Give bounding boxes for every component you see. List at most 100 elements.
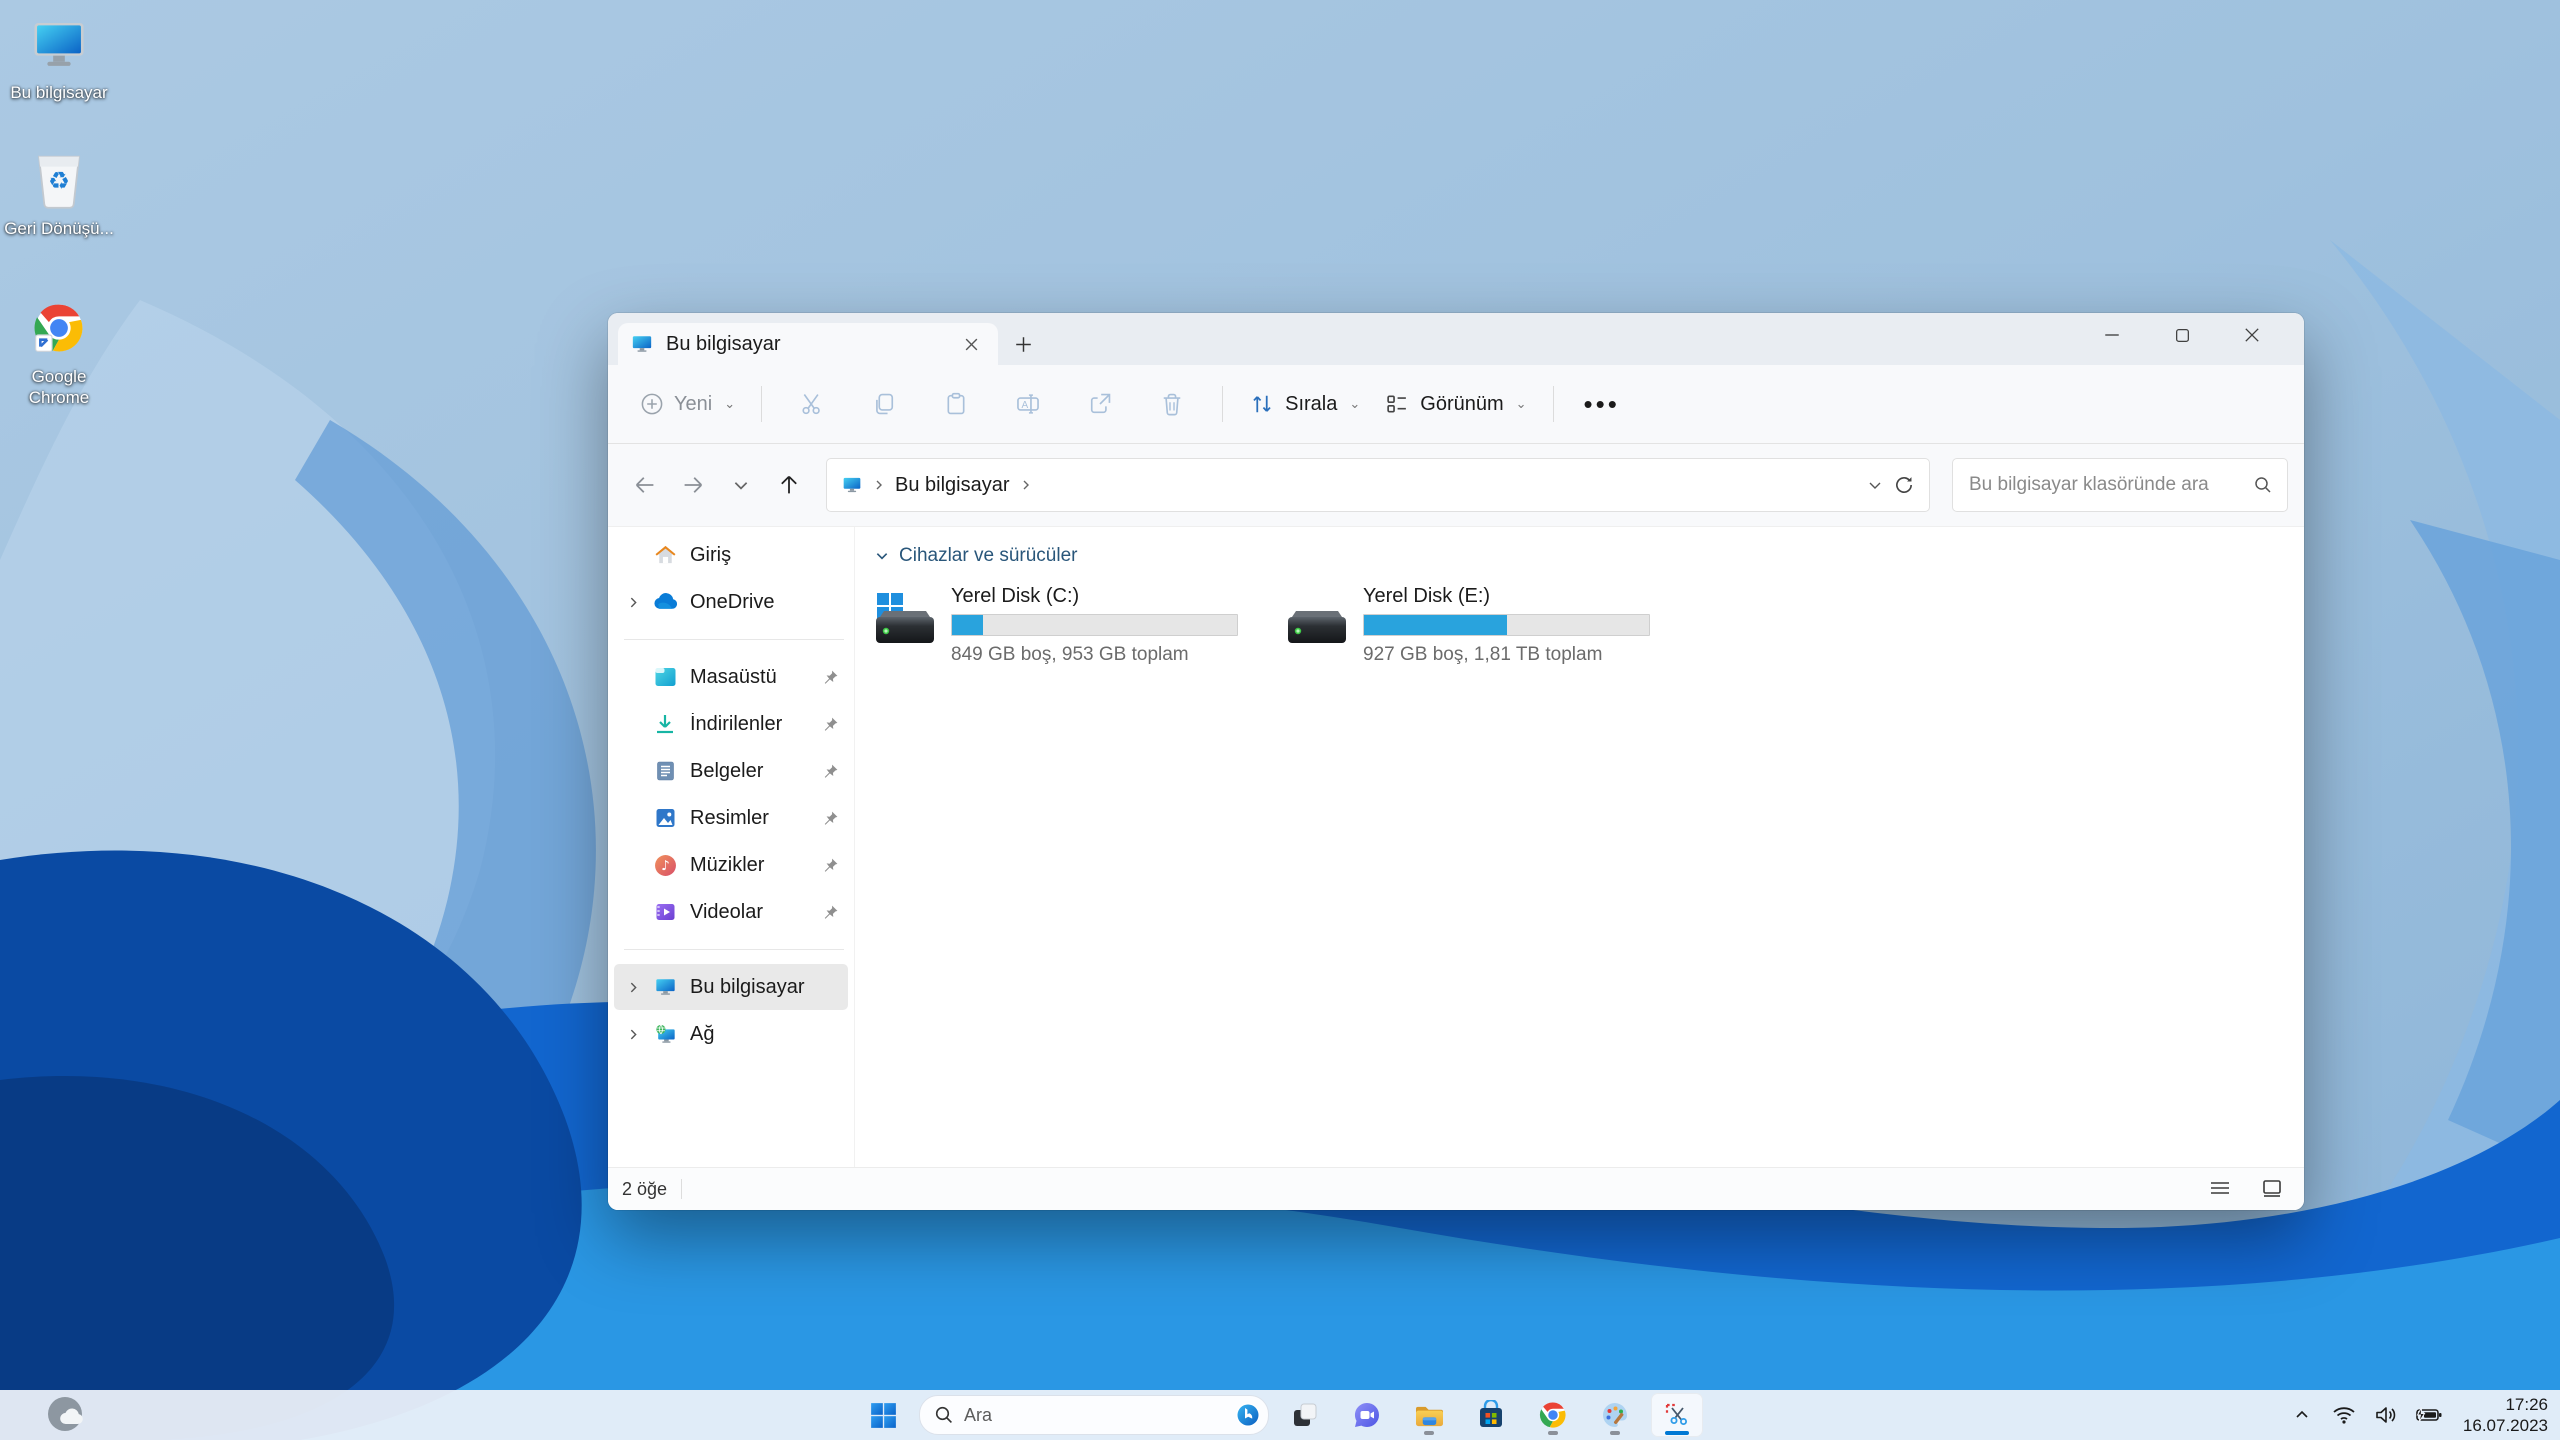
address-dropdown-icon[interactable]	[1867, 477, 1883, 493]
desktop-icon-this-pc[interactable]: Bu bilgisayar	[4, 12, 114, 103]
volume-icon[interactable]	[2369, 1397, 2403, 1433]
sort-button[interactable]: Sırala ⌄	[1237, 380, 1372, 428]
sidebar-item-downloads[interactable]: İndirilenler	[614, 701, 848, 747]
snipping-tool-button[interactable]	[1651, 1393, 1703, 1437]
drive-c[interactable]: Yerel Disk (C:) 849 GB boş, 953 GB topla…	[875, 585, 1263, 666]
drives-list: Yerel Disk (C:) 849 GB boş, 953 GB topla…	[875, 585, 2304, 666]
desktop-icon-recycle-bin[interactable]: ♻ Geri Dönüşü...	[4, 148, 114, 239]
share-button[interactable]	[1078, 380, 1122, 428]
running-indicator	[1548, 1431, 1558, 1435]
drive-name: Yerel Disk (E:)	[1363, 585, 1675, 608]
trash-icon	[1159, 391, 1185, 417]
monitor-icon	[630, 333, 654, 355]
large-icons-view-icon	[2261, 1179, 2283, 1199]
large-icons-view-button[interactable]	[2254, 1174, 2290, 1204]
minimize-icon	[2103, 326, 2121, 344]
sidebar-item-music[interactable]: ♪ Müzikler	[614, 842, 848, 888]
chat-button[interactable]	[1341, 1393, 1393, 1437]
sidebar-item-label: Videolar	[690, 901, 814, 924]
wifi-icon[interactable]	[2327, 1397, 2361, 1433]
new-label: Yeni	[674, 393, 712, 416]
downloads-icon	[650, 711, 680, 737]
weather-widget[interactable]	[44, 1393, 100, 1437]
scissors-icon	[799, 391, 825, 417]
back-button[interactable]	[624, 464, 666, 506]
drive-e[interactable]: Yerel Disk (E:) 927 GB boş, 1,81 TB topl…	[1287, 585, 1675, 666]
task-view-button[interactable]	[1279, 1393, 1331, 1437]
new-tab-button[interactable]	[1006, 329, 1040, 359]
tray-chevron-up-icon[interactable]	[2285, 1397, 2319, 1433]
section-devices-and-drives[interactable]: Cihazlar ve sürücüler	[875, 545, 2304, 567]
address-row: Bu bilgisayar	[608, 444, 2304, 527]
microsoft-store-button[interactable]	[1465, 1393, 1517, 1437]
rename-button[interactable]: A	[1006, 380, 1050, 428]
file-explorer-button[interactable]	[1403, 1393, 1455, 1437]
up-button[interactable]	[768, 464, 810, 506]
sidebar-item-home[interactable]: Giriş	[614, 532, 848, 578]
recent-locations-button[interactable]	[720, 464, 762, 506]
refresh-icon[interactable]	[1893, 474, 1915, 496]
clock[interactable]: 17:26 16.07.2023	[2463, 1394, 2548, 1437]
sidebar-item-documents[interactable]: Belgeler	[614, 748, 848, 794]
sidebar-item-label: Müzikler	[690, 854, 814, 877]
chevron-right-icon[interactable]	[620, 981, 646, 994]
copy-button[interactable]	[862, 380, 906, 428]
tab-close-button[interactable]	[956, 329, 986, 359]
close-window-button[interactable]	[2230, 317, 2274, 353]
sidebar-item-videos[interactable]: Videolar	[614, 889, 848, 935]
monitor-icon	[841, 475, 863, 495]
view-toggles	[2202, 1174, 2290, 1204]
pin-icon	[818, 763, 842, 780]
chrome-button[interactable]	[1527, 1393, 1579, 1437]
view-label: Görünüm	[1420, 393, 1503, 416]
minimize-button[interactable]	[2090, 317, 2134, 353]
sidebar-item-onedrive[interactable]: OneDrive	[614, 579, 848, 625]
explorer-search-input[interactable]	[1967, 473, 2245, 497]
search-icon	[934, 1405, 954, 1425]
taskbar-search[interactable]: Ara	[919, 1395, 1269, 1435]
pin-icon	[818, 904, 842, 921]
start-button[interactable]	[857, 1393, 909, 1437]
battery-charging-icon[interactable]	[2411, 1397, 2445, 1433]
window-controls	[2090, 317, 2274, 353]
rename-icon: A	[1015, 391, 1041, 417]
music-icon: ♪	[650, 852, 680, 878]
paint-palette-icon	[1600, 1400, 1630, 1430]
address-bar[interactable]: Bu bilgisayar	[826, 458, 1930, 512]
delete-button[interactable]	[1150, 380, 1194, 428]
chevron-right-icon[interactable]	[620, 1028, 646, 1041]
breadcrumb-root[interactable]: Bu bilgisayar	[895, 474, 1010, 497]
tab-this-pc[interactable]: Bu bilgisayar	[618, 323, 998, 365]
maximize-button[interactable]	[2160, 317, 2204, 353]
paste-button[interactable]	[934, 380, 978, 428]
sidebar-item-pictures[interactable]: Resimler	[614, 795, 848, 841]
cut-button[interactable]	[790, 380, 834, 428]
arrow-right-icon	[681, 473, 705, 497]
drive-details: 927 GB boş, 1,81 TB toplam	[1363, 644, 1675, 666]
system-tray: 17:26 16.07.2023	[2285, 1394, 2560, 1437]
sidebar-item-desktop[interactable]: Masaüstü	[614, 654, 848, 700]
running-indicator	[1610, 1431, 1620, 1435]
paint-button[interactable]	[1589, 1393, 1641, 1437]
chevron-down-icon[interactable]	[875, 549, 889, 563]
sidebar-item-label: OneDrive	[690, 591, 842, 614]
taskbar: Ara	[0, 1390, 2560, 1440]
view-button[interactable]: Görünüm ⌄	[1372, 380, 1538, 428]
new-button[interactable]: Yeni ⌄	[628, 380, 747, 428]
arrow-left-icon	[633, 473, 657, 497]
desktop-icon-google-chrome[interactable]: Google Chrome	[4, 296, 114, 409]
chevron-right-icon[interactable]	[620, 596, 646, 609]
pin-icon	[818, 669, 842, 686]
details-view-button[interactable]	[2202, 1174, 2238, 1204]
chrome-icon	[1538, 1400, 1568, 1430]
sidebar-item-label: Resimler	[690, 807, 814, 830]
svg-text:♪: ♪	[661, 858, 670, 874]
arrow-up-icon	[777, 473, 801, 497]
taskbar-search-placeholder: Ara	[964, 1405, 1224, 1426]
sidebar-item-network[interactable]: Ağ	[614, 1011, 848, 1057]
drive-capacity-bar	[1363, 614, 1650, 636]
forward-button[interactable]	[672, 464, 714, 506]
sidebar-item-this-pc[interactable]: Bu bilgisayar	[614, 964, 848, 1010]
chevron-down-icon: ⌄	[724, 396, 735, 412]
explorer-search-box[interactable]	[1952, 458, 2288, 512]
